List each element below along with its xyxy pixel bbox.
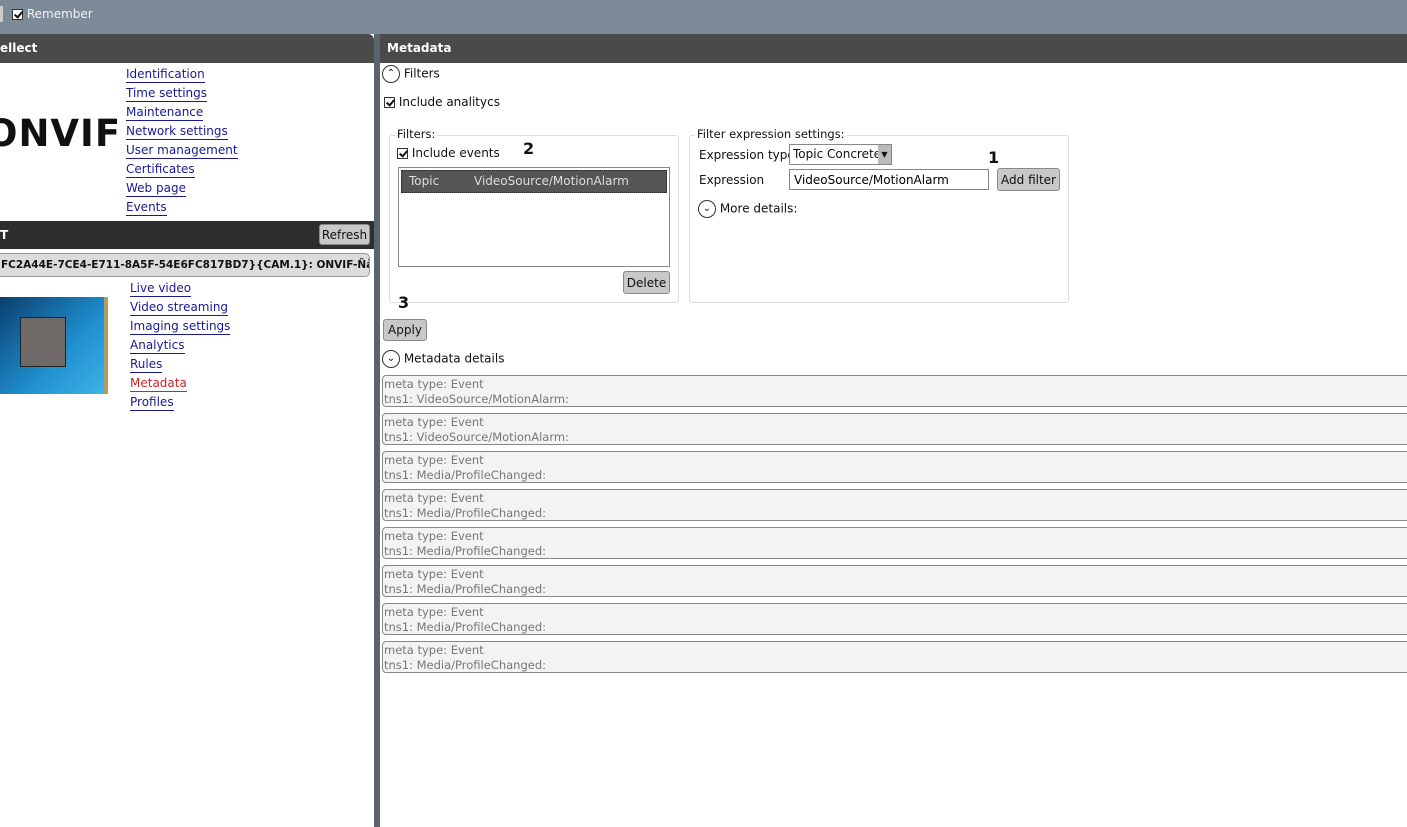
filter-value: VideoSource/MotionAlarm	[474, 174, 629, 188]
metadata-header: Metadata	[380, 34, 1407, 63]
filters-group-legend: Filters:	[395, 127, 438, 141]
remember-label: Remember	[26, 7, 93, 21]
meta-type: meta type: Event	[384, 529, 484, 543]
device-link[interactable]: User management	[126, 143, 238, 159]
meta-topic: tns1: Media/ProfileChanged:	[384, 582, 547, 596]
more-details-label: More details:	[719, 201, 798, 216]
meta-topic: tns1: VideoSource/MotionAlarm:	[384, 392, 569, 406]
include-analytics-label: Include analitycs	[398, 95, 500, 109]
meta-type: meta type: Event	[384, 491, 484, 505]
truncated-button[interactable]	[0, 6, 3, 22]
device-link[interactable]: Maintenance	[126, 105, 204, 121]
more-details-toggle[interactable]: ⌄ More details:	[698, 200, 797, 218]
filter-expression-legend: Filter expression settings:	[695, 127, 847, 141]
metadata-row[interactable]: meta type: Event tns1: VideoSource/Motion…	[382, 375, 1407, 407]
device-link[interactable]: Time settings	[126, 86, 208, 102]
profile-link[interactable]: Rules	[130, 357, 163, 373]
filter-list-item[interactable]: Topic VideoSource/MotionAlarm	[401, 170, 667, 193]
metadata-row[interactable]: meta type: Event tns1: Media/ProfileChang…	[382, 451, 1407, 483]
meta-type: meta type: Event	[384, 415, 484, 429]
metadata-row[interactable]: meta type: Event tns1: Media/ProfileChang…	[382, 641, 1407, 673]
apply-button[interactable]: Apply	[383, 319, 427, 341]
chevron-up-icon: ⌃	[382, 65, 400, 83]
add-filter-button[interactable]: Add filter	[997, 168, 1060, 191]
device-link[interactable]: Certificates	[126, 162, 195, 178]
meta-type: meta type: Event	[384, 567, 484, 581]
meta-topic: tns1: Media/ProfileChanged:	[384, 544, 547, 558]
metadata-row[interactable]: meta type: Event tns1: Media/ProfileChang…	[382, 527, 1407, 559]
video-thumbnail[interactable]	[0, 297, 108, 394]
expression-type-select[interactable]: Topic Concrete ▼	[789, 144, 892, 165]
profile-link[interactable]: Video streaming	[130, 300, 229, 316]
include-events-label: Include events	[411, 146, 500, 160]
include-events-checkbox[interactable]: Include events	[397, 146, 500, 160]
device-link[interactable]: Web page	[126, 181, 186, 197]
annotation-2: 2	[523, 139, 535, 158]
checkbox-icon	[384, 97, 395, 108]
profile-link[interactable]: Metadata	[130, 376, 187, 392]
dropdown-arrow-icon[interactable]: ▼	[878, 145, 891, 164]
metadata-details-label: Metadata details	[403, 351, 505, 366]
meta-topic: tns1: Media/ProfileChanged:	[384, 658, 547, 672]
meta-type: meta type: Event	[384, 605, 484, 619]
meta-type: meta type: Event	[384, 377, 484, 391]
profile-selector[interactable]: FC2A44E-7CE4-E711-8A5F-54E6FC817BD7}{CAM…	[0, 253, 370, 277]
panel-splitter[interactable]	[374, 34, 380, 827]
meta-type: meta type: Event	[384, 643, 484, 657]
expression-label: Expression	[699, 173, 765, 187]
checkbox-icon	[12, 9, 23, 20]
remember-checkbox[interactable]: Remember	[12, 7, 93, 21]
top-bar: Remember	[0, 0, 1407, 34]
meta-topic: tns1: Media/ProfileChanged:	[384, 468, 547, 482]
metadata-row[interactable]: meta type: Event tns1: Media/ProfileChang…	[382, 565, 1407, 597]
section-title: T	[0, 228, 9, 242]
metadata-details-toggle[interactable]: ⌄ Metadata details	[382, 350, 504, 368]
meta-topic: tns1: Media/ProfileChanged:	[384, 506, 547, 520]
metadata-row[interactable]: meta type: Event tns1: VideoSource/Motion…	[382, 413, 1407, 445]
expression-type-label: Expression type	[699, 148, 795, 162]
profile-link[interactable]: Analytics	[130, 338, 185, 354]
delete-button[interactable]: Delete	[623, 271, 670, 294]
meta-topic: tns1: Media/ProfileChanged:	[384, 620, 547, 634]
include-analytics-checkbox[interactable]: Include analitycs	[384, 95, 500, 109]
filter-list[interactable]: Topic VideoSource/MotionAlarm	[398, 167, 670, 267]
profile-section-header: T	[0, 221, 374, 249]
left-panel-header: ellect	[0, 34, 374, 63]
metadata-row[interactable]: meta type: Event tns1: Media/ProfileChang…	[382, 489, 1407, 521]
expression-type-value: Topic Concrete	[793, 147, 882, 161]
onvif-logo: ONVIF	[0, 112, 122, 155]
annotation-1: 1	[988, 148, 1000, 167]
profile-link[interactable]: Live video	[130, 281, 192, 297]
device-link[interactable]: Network settings	[126, 124, 228, 140]
annotation-3: 3	[398, 293, 410, 312]
filters-toggle-label: Filters	[403, 66, 440, 81]
filters-toggle[interactable]: ⌃ Filters	[382, 65, 440, 83]
expression-input[interactable]	[789, 169, 989, 190]
chevron-down-icon: ⌄	[382, 350, 400, 368]
filter-type: Topic	[409, 174, 440, 188]
checkbox-icon	[397, 148, 408, 159]
device-link[interactable]: Identification	[126, 67, 205, 83]
refresh-button[interactable]: Refresh	[319, 224, 370, 245]
chevron-down-icon: ⌄	[698, 200, 716, 218]
device-link[interactable]: Events	[126, 200, 167, 216]
profile-link[interactable]: Profiles	[130, 395, 174, 411]
profile-link[interactable]: Imaging settings	[130, 319, 231, 335]
meta-type: meta type: Event	[384, 453, 484, 467]
meta-topic: tns1: VideoSource/MotionAlarm:	[384, 430, 569, 444]
metadata-row[interactable]: meta type: Event tns1: Media/ProfileChang…	[382, 603, 1407, 635]
